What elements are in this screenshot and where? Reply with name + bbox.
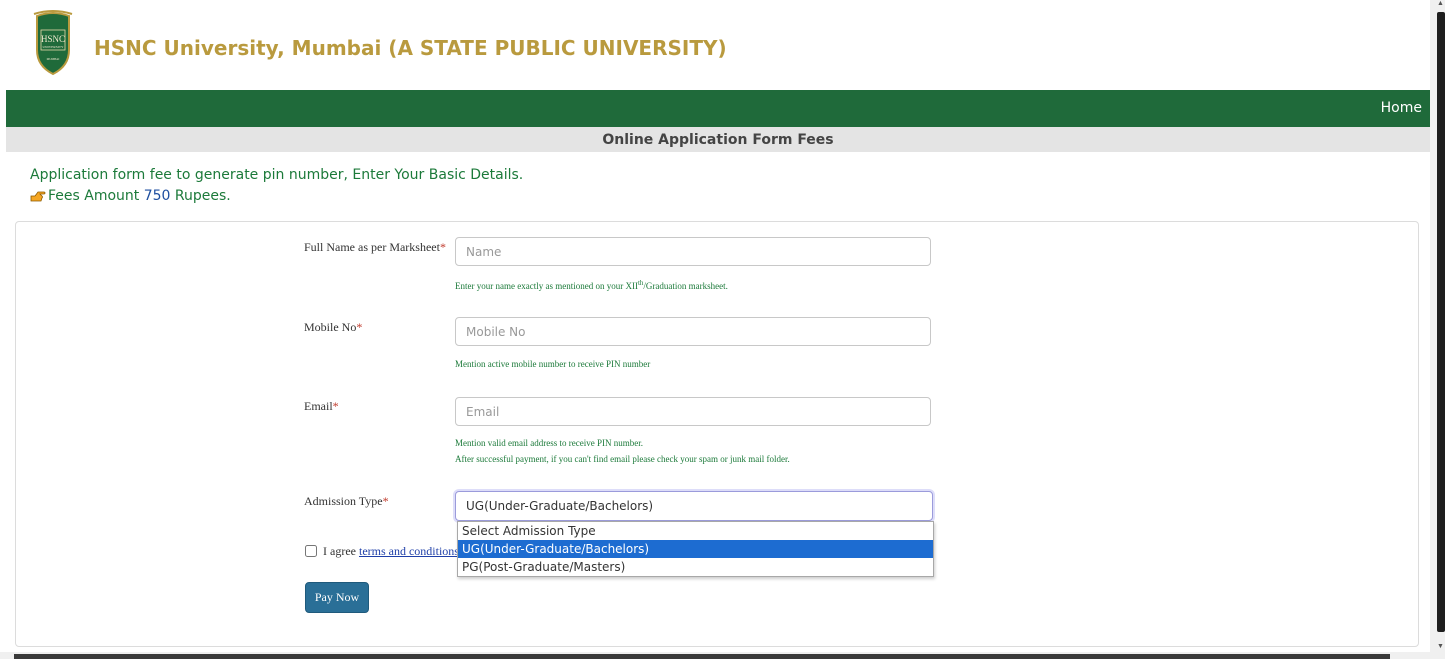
full-name-hint-suffix: /Graduation marksheet. xyxy=(643,281,728,291)
scroll-down-arrow-icon[interactable]: ▼ xyxy=(1437,643,1444,650)
option-pg[interactable]: PG(Post-Graduate/Masters) xyxy=(458,558,933,576)
admission-type-label-text: Admission Type xyxy=(304,494,383,508)
scroll-up-arrow-icon[interactable]: ▲ xyxy=(1437,0,1444,7)
admission-type-select[interactable]: UG(Under-Graduate/Bachelors) xyxy=(455,491,933,521)
full-name-hint-prefix: Enter your name exactly as mentioned on … xyxy=(455,281,638,291)
mobile-input[interactable] xyxy=(455,317,931,346)
required-mark: * xyxy=(332,399,339,413)
email-hint-2: After successful payment, if you can't f… xyxy=(455,454,790,464)
main-navbar: Home xyxy=(6,90,1430,127)
option-ug[interactable]: UG(Under-Graduate/Bachelors) xyxy=(458,540,933,558)
vertical-scrollbar-thumb[interactable] xyxy=(1437,12,1445,632)
mobile-label: Mobile No* xyxy=(304,320,362,335)
full-name-label-text: Full Name as per Marksheet xyxy=(304,240,440,254)
svg-text:UNIVERSITY: UNIVERSITY xyxy=(43,45,64,49)
info-instruction: Application form fee to generate pin num… xyxy=(30,167,524,183)
required-mark: * xyxy=(356,320,363,334)
fees-amount: 750 xyxy=(143,188,171,204)
terms-link[interactable]: terms and conditions xyxy=(359,544,459,558)
email-label-text: Email xyxy=(304,399,333,413)
page-header: HSNC UNIVERSITY MUMBAI HSNC University, … xyxy=(0,0,1430,90)
email-hint-1: Mention valid email address to receive P… xyxy=(455,438,643,448)
horizontal-scrollbar-thumb[interactable] xyxy=(14,654,1390,659)
email-input[interactable] xyxy=(455,397,931,426)
admission-type-label: Admission Type* xyxy=(304,494,389,509)
option-select-admission-type[interactable]: Select Admission Type xyxy=(458,522,933,540)
svg-text:HSNC: HSNC xyxy=(41,34,65,44)
nav-home-link[interactable]: Home xyxy=(1381,100,1422,116)
svg-text:MUMBAI: MUMBAI xyxy=(47,57,60,61)
agree-text: I agree terms and conditions xyxy=(323,544,459,559)
fees-prefix: Fees Amount xyxy=(48,188,144,204)
admission-type-dropdown: Select Admission Type UG(Under-Graduate/… xyxy=(457,521,934,577)
agree-prefix: I agree xyxy=(323,544,359,558)
mobile-label-text: Mobile No xyxy=(304,320,357,334)
university-title: HSNC University, Mumbai (A STATE PUBLIC … xyxy=(94,36,727,60)
pointing-hand-icon xyxy=(30,190,46,202)
full-name-label: Full Name as per Marksheet* xyxy=(304,240,446,255)
full-name-input[interactable] xyxy=(455,237,931,266)
mobile-hint: Mention active mobile number to receive … xyxy=(455,359,651,369)
university-logo: HSNC UNIVERSITY MUMBAI xyxy=(32,10,74,78)
page-subtitle: Online Application Form Fees xyxy=(6,127,1430,152)
required-mark: * xyxy=(439,240,446,254)
required-mark: * xyxy=(382,494,389,508)
agree-checkbox[interactable] xyxy=(305,545,317,557)
fees-info: Fees Amount 750 Rupees. xyxy=(30,188,231,204)
email-label: Email* xyxy=(304,399,339,414)
pay-now-button[interactable]: Pay Now xyxy=(305,582,369,613)
fees-suffix: Rupees. xyxy=(170,188,231,204)
full-name-hint: Enter your name exactly as mentioned on … xyxy=(455,279,728,291)
